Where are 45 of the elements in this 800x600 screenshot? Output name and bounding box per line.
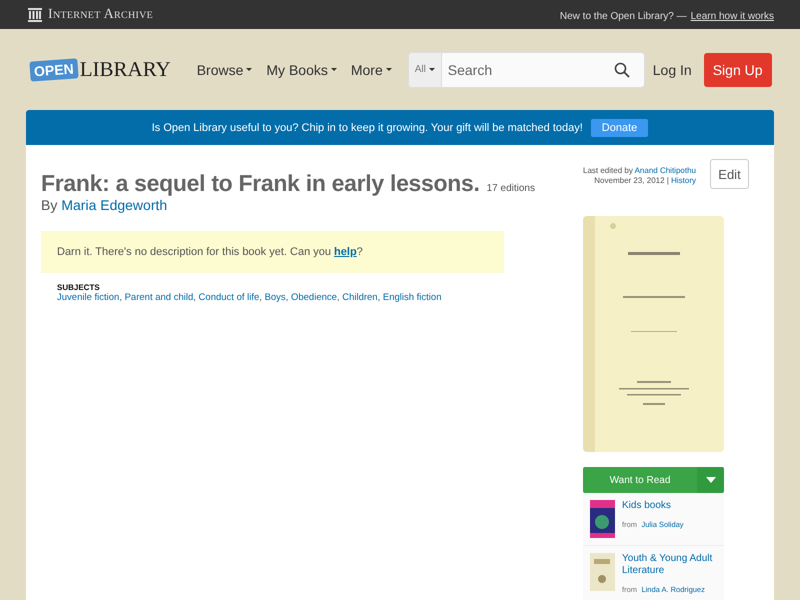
subject-separator: , [336, 292, 340, 303]
learn-link[interactable]: Learn how it works [690, 10, 774, 22]
edited-by-label: Last edited by [583, 166, 633, 175]
subjects-heading: SUBJECTS [57, 283, 101, 292]
login-link[interactable]: Log In [652, 62, 692, 78]
archive-brand[interactable]: Internet Archive [48, 6, 154, 22]
subject-link[interactable]: Children [342, 292, 378, 303]
by-label: By [41, 197, 58, 213]
dropdown-button[interactable] [697, 467, 724, 493]
subject-link[interactable]: Parent and child [124, 292, 194, 303]
history-link[interactable]: History [671, 176, 696, 185]
search-input[interactable]: Search [442, 52, 606, 86]
subject-link[interactable]: Boys [264, 292, 286, 303]
nav-menu[interactable]: Browse [196, 62, 252, 78]
donate-button[interactable]: Donate [590, 118, 648, 136]
caret-icon [706, 477, 716, 483]
edit-button[interactable]: Edit [710, 159, 749, 189]
subject-separator: , [378, 292, 380, 303]
description-text: Darn it. There's no description for this book yet. Can you help? [57, 246, 363, 258]
nav-menu[interactable]: More [350, 62, 392, 78]
want-to-read-button[interactable]: Want to Read [583, 467, 697, 493]
list-name-link[interactable]: Youth & Young Adult Literature [622, 553, 717, 577]
scope-dropdown[interactable]: All [408, 52, 442, 86]
author-link[interactable]: Maria Edgeworth [61, 197, 168, 213]
donation-text: Is Open Library useful to you? Chip in to keep it growing. Your gift will be matched today! [152, 122, 583, 134]
list-name-link[interactable]: Kids books [622, 500, 684, 512]
signup-button[interactable]: Sign Up [704, 52, 772, 86]
subject-separator: , [193, 292, 196, 303]
subject-separator: , [119, 292, 122, 303]
subject-separator: , [286, 292, 288, 303]
new-user-prompt: New to the Open Library? — [560, 10, 687, 22]
archive-building-icon [28, 8, 42, 22]
search-field[interactable]: All Search [408, 52, 645, 88]
book-title: Frank: a sequel to Frank in early lessons. [41, 170, 480, 196]
editor-link[interactable]: Anand Chitipothu [634, 166, 696, 175]
search-icon[interactable] [614, 62, 630, 78]
edit-date: November 23, 2012 | [594, 176, 669, 185]
nav-menu[interactable]: My Books [266, 62, 337, 78]
subject-link[interactable]: Conduct of life [198, 292, 260, 303]
subject-separator: , [259, 292, 262, 303]
subject-link[interactable]: Juvenile fiction [57, 292, 120, 303]
subject-link[interactable]: English fiction [382, 292, 442, 303]
editions-count: 17 editions [486, 183, 535, 194]
subject-link[interactable]: Obedience [290, 292, 337, 303]
library-logo[interactable]: OPEN LIBRARY [30, 57, 171, 82]
